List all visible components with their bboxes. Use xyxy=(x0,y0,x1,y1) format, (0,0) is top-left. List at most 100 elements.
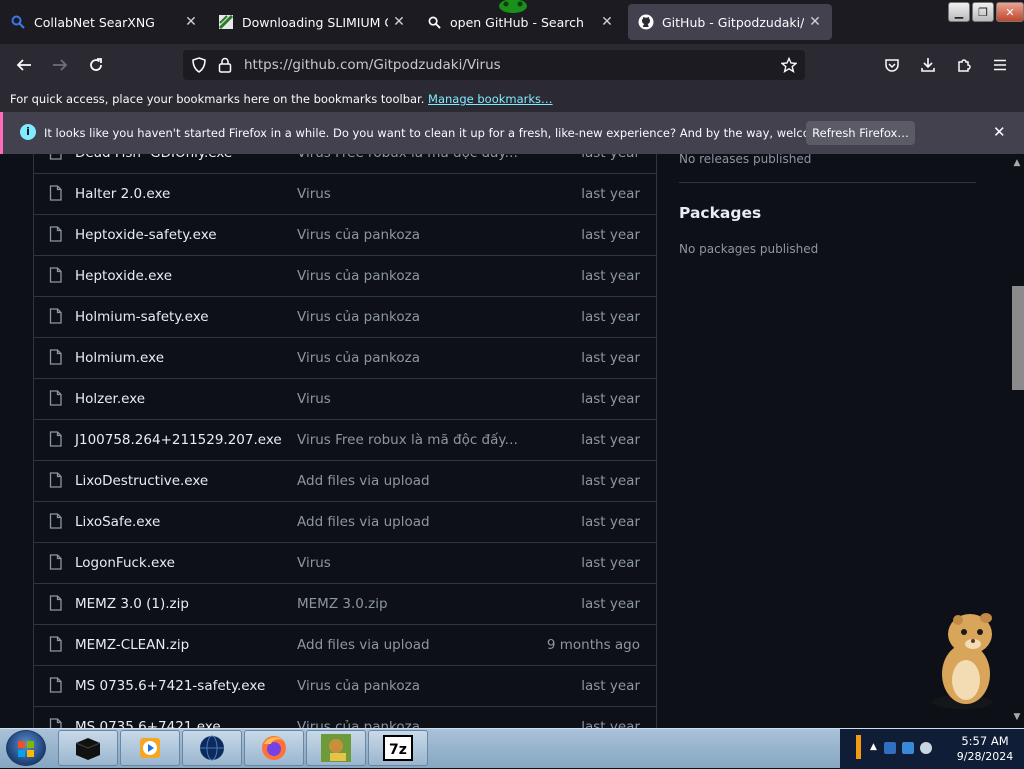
shield-tray-icon[interactable] xyxy=(884,742,896,754)
address-bar[interactable]: https://github.com/Gitpodzudaki/Virus xyxy=(183,50,805,80)
reload-button[interactable] xyxy=(86,55,106,75)
tab-searxng[interactable]: CollabNet SearXNG ✕ xyxy=(0,0,208,44)
file-row[interactable]: Holmium.exe Virus của pankoza last year xyxy=(34,338,656,379)
file-name-link[interactable]: Holmium.exe xyxy=(75,350,164,366)
tab-slimium[interactable]: Downloading SLIMIUM Client ✕ xyxy=(208,0,416,44)
file-row[interactable]: LixoDestructive.exe Add files via upload l… xyxy=(34,461,656,502)
scroll-down-arrow-icon[interactable]: ▼ xyxy=(1012,712,1022,722)
commit-message-link[interactable]: Virus xyxy=(297,555,522,571)
restore-button[interactable]: ❐ xyxy=(972,2,994,22)
file-row[interactable]: Heptoxide-safety.exe Virus của pankoza las… xyxy=(34,215,656,256)
shield-icon[interactable] xyxy=(191,57,207,73)
manage-bookmarks-link[interactable]: Manage bookmarks… xyxy=(428,92,553,106)
commit-message-link[interactable]: Virus xyxy=(297,391,522,407)
commit-date: last year xyxy=(581,555,640,571)
vertical-scrollbar[interactable]: ▲ ▼ xyxy=(1010,154,1024,728)
commit-message-link[interactable]: Add files via upload xyxy=(297,637,522,653)
taskbar-globe[interactable] xyxy=(182,730,242,766)
commit-message-link[interactable]: Virus của pankoza xyxy=(297,719,522,728)
extensions-button[interactable] xyxy=(954,55,974,75)
pocket-icon xyxy=(885,59,899,72)
releases-empty-text: No releases published xyxy=(679,154,812,166)
notification-message: It looks like you haven't started Firefo… xyxy=(44,126,864,140)
file-icon xyxy=(49,636,62,652)
file-icon xyxy=(49,308,62,324)
clock-time[interactable]: 5:57 AM xyxy=(950,734,1020,748)
system-tray: ▲ 5:57 AM 9/28/2024 xyxy=(840,729,1024,769)
commit-message-link[interactable]: Virus Free robux là mã độc đấy.Đứ… xyxy=(297,154,522,161)
commit-message-link[interactable]: Virus của pankoza xyxy=(297,268,522,284)
file-name-link[interactable]: LixoSafe.exe xyxy=(75,514,160,530)
close-icon[interactable]: ✕ xyxy=(804,14,826,30)
window-close-button[interactable]: ✕ xyxy=(996,2,1024,22)
file-row[interactable]: MEMZ 3.0 (1).zip MEMZ 3.0.zip last year xyxy=(34,584,656,625)
network-icon[interactable] xyxy=(902,742,914,754)
taskbar-bandicam-box[interactable] xyxy=(306,730,366,766)
scrollbar-thumb[interactable] xyxy=(1012,286,1024,390)
file-name-link[interactable]: Halter 2.0.exe xyxy=(75,186,170,202)
commit-message-link[interactable]: Add files via upload xyxy=(297,473,522,489)
commit-message-link[interactable]: Virus của pankoza xyxy=(297,309,522,325)
file-row[interactable]: MS 0735.6+7421-safety.exe Virus của panko… xyxy=(34,666,656,707)
lock-icon[interactable] xyxy=(218,57,232,73)
taskbar-terminal[interactable] xyxy=(58,730,118,766)
commit-date: last year xyxy=(581,268,640,284)
url-text[interactable]: https://github.com/Gitpodzudaki/Virus xyxy=(244,57,501,73)
clock-date[interactable]: 9/28/2024 xyxy=(950,750,1020,763)
close-icon[interactable]: ✕ xyxy=(993,123,1006,141)
commit-message-link[interactable]: Virus của pankoza xyxy=(297,350,522,366)
minimize-button[interactable]: ▁ xyxy=(948,2,970,22)
file-row[interactable]: Heptoxide.exe Virus của pankoza last year xyxy=(34,256,656,297)
scroll-up-arrow-icon[interactable]: ▲ xyxy=(1012,158,1022,168)
file-name-link[interactable]: Heptoxide.exe xyxy=(75,268,172,284)
taskbar-media-player[interactable] xyxy=(120,730,180,766)
file-row[interactable]: Dead Fish- GDIOnly.exe Virus Free robux l… xyxy=(34,154,656,174)
tab-label: GitHub - Gitpodzudaki/Virus xyxy=(662,14,804,30)
file-row[interactable]: Halter 2.0.exe Virus last year xyxy=(34,174,656,215)
star-bookmark-icon[interactable] xyxy=(781,57,797,73)
file-name-link[interactable]: MEMZ 3.0 (1).zip xyxy=(75,596,189,612)
start-button[interactable] xyxy=(6,730,46,766)
file-name-link[interactable]: Holmium-safety.exe xyxy=(75,309,209,325)
taskbar-7zip[interactable]: 7z xyxy=(368,730,428,766)
packages-heading[interactable]: Packages xyxy=(679,204,761,222)
back-button[interactable] xyxy=(14,55,34,75)
file-name-link[interactable]: MEMZ-CLEAN.zip xyxy=(75,637,189,653)
file-name-link[interactable]: Holzer.exe xyxy=(75,391,145,407)
show-hidden-icons-icon[interactable]: ▲ xyxy=(870,742,882,754)
file-row[interactable]: Holzer.exe Virus last year xyxy=(34,379,656,420)
file-name-link[interactable]: J100758.264+211529.207.exe xyxy=(75,432,282,448)
file-row[interactable]: LixoSafe.exe Add files via upload last yea… xyxy=(34,502,656,543)
file-name-link[interactable]: LogonFuck.exe xyxy=(75,555,175,571)
file-row[interactable]: MEMZ-CLEAN.zip Add files via upload 9 mont… xyxy=(34,625,656,666)
close-icon[interactable]: ✕ xyxy=(596,14,618,30)
back-arrow-icon xyxy=(16,59,31,71)
file-row[interactable]: MS 0735.6+7421.exe Virus của pankoza last … xyxy=(34,707,656,728)
file-name-link[interactable]: MS 0735.6+7421.exe xyxy=(75,719,221,728)
file-row[interactable]: J100758.264+211529.207.exe Virus Free rob… xyxy=(34,420,656,461)
menu-button[interactable] xyxy=(990,55,1010,75)
file-row[interactable]: Holmium-safety.exe Virus của pankoza last … xyxy=(34,297,656,338)
commit-message-link[interactable]: Virus của pankoza xyxy=(297,227,522,243)
file-name-link[interactable]: Dead Fish- GDIOnly.exe xyxy=(75,154,232,161)
notification-bar-icon[interactable] xyxy=(856,735,861,759)
commit-message-link[interactable]: MEMZ 3.0.zip xyxy=(297,596,522,612)
commit-message-link[interactable]: Virus của pankoza xyxy=(297,678,522,694)
close-icon[interactable]: ✕ xyxy=(180,14,202,30)
close-icon[interactable]: ✕ xyxy=(388,14,410,30)
commit-message-link[interactable]: Add files via upload xyxy=(297,514,522,530)
commit-message-link[interactable]: Virus xyxy=(297,186,522,202)
taskbar-firefox[interactable] xyxy=(244,730,304,766)
forward-button[interactable] xyxy=(50,55,70,75)
refresh-firefox-button[interactable]: Refresh Firefox… xyxy=(806,121,915,145)
tab-github-virus[interactable]: GitHub - Gitpodzudaki/Virus ✕ xyxy=(628,4,832,40)
commit-message-link[interactable]: Virus Free robux là mã độc đấy.Đứ… xyxy=(297,432,522,448)
volume-icon[interactable] xyxy=(920,742,932,754)
pocket-button[interactable] xyxy=(882,55,902,75)
file-name-link[interactable]: MS 0735.6+7421-safety.exe xyxy=(75,678,265,694)
file-name-link[interactable]: LixoDestructive.exe xyxy=(75,473,208,489)
downloads-button[interactable] xyxy=(918,55,938,75)
file-name-link[interactable]: Heptoxide-safety.exe xyxy=(75,227,217,243)
file-row[interactable]: LogonFuck.exe Virus last year xyxy=(34,543,656,584)
file-icon xyxy=(49,267,62,283)
